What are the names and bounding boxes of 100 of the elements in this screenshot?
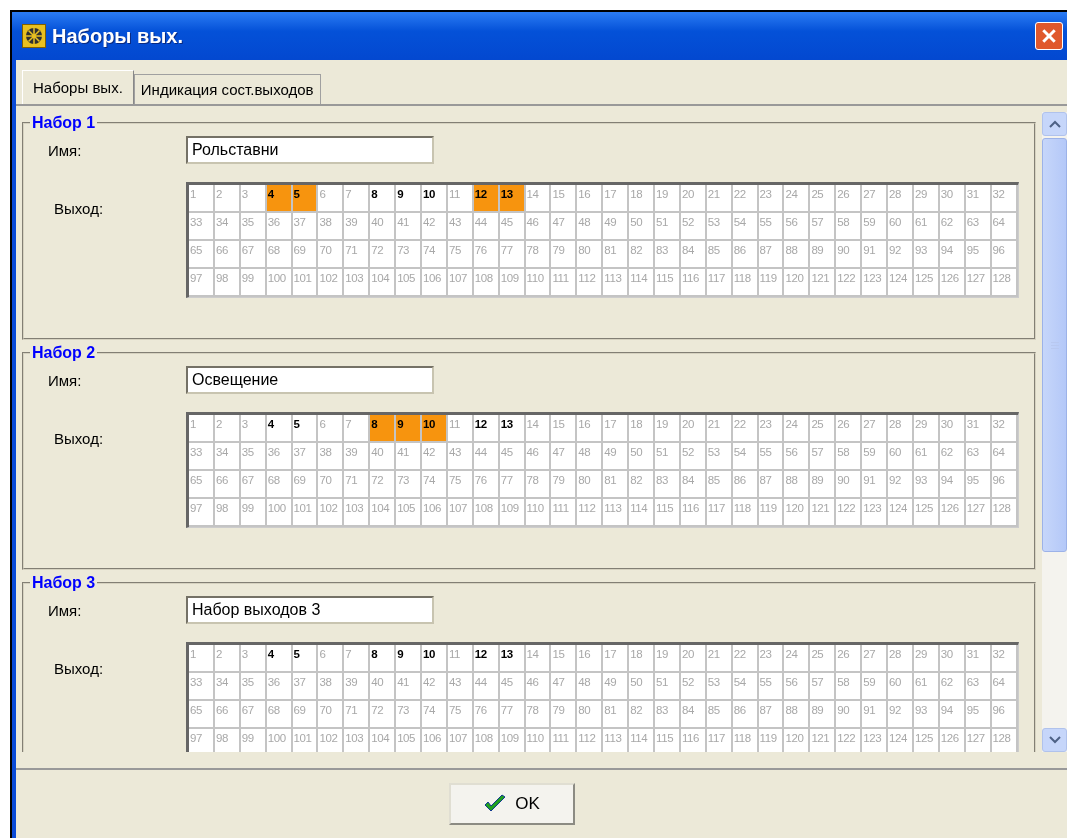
- output-cell[interactable]: 50: [629, 213, 656, 241]
- output-cell[interactable]: 14: [525, 185, 552, 213]
- output-cell[interactable]: 115: [655, 499, 681, 527]
- output-cell[interactable]: 17: [603, 645, 630, 673]
- output-cell[interactable]: 16: [577, 185, 604, 213]
- output-cell[interactable]: 49: [603, 443, 630, 471]
- output-cell[interactable]: 18: [629, 185, 656, 213]
- output-cell[interactable]: 35: [240, 443, 267, 471]
- output-cell[interactable]: 93: [913, 471, 940, 499]
- output-cell[interactable]: 96: [991, 241, 1018, 269]
- output-cell[interactable]: 24: [784, 185, 811, 213]
- output-cell[interactable]: 91: [862, 241, 889, 269]
- output-cell[interactable]: 55: [758, 443, 785, 471]
- output-cell[interactable]: 76: [473, 471, 500, 499]
- output-cell[interactable]: 30: [939, 415, 966, 443]
- output-cell[interactable]: 101: [292, 499, 319, 527]
- scroll-up-button[interactable]: [1042, 112, 1067, 136]
- output-cell[interactable]: 67: [240, 241, 267, 269]
- output-cell[interactable]: 46: [525, 673, 552, 701]
- output-cell[interactable]: 81: [603, 241, 630, 269]
- output-cell[interactable]: 58: [836, 213, 863, 241]
- output-cell[interactable]: 82: [629, 471, 656, 499]
- output-cell[interactable]: 72: [370, 471, 397, 499]
- output-cell[interactable]: 21: [706, 185, 733, 213]
- output-cell[interactable]: 5: [292, 415, 319, 443]
- output-cell[interactable]: 44: [473, 213, 500, 241]
- output-cell[interactable]: 117: [706, 729, 733, 752]
- output-cell[interactable]: 106: [422, 499, 448, 527]
- output-cell[interactable]: 89: [810, 701, 837, 729]
- output-cell[interactable]: 103: [344, 729, 371, 752]
- output-cell[interactable]: 93: [913, 241, 940, 269]
- output-cell[interactable]: 94: [939, 471, 966, 499]
- output-cell[interactable]: 62: [939, 443, 966, 471]
- output-cell[interactable]: 23: [758, 415, 785, 443]
- output-cell[interactable]: 76: [473, 241, 500, 269]
- output-cell[interactable]: 54: [732, 443, 759, 471]
- output-cell[interactable]: 17: [603, 185, 630, 213]
- output-cell[interactable]: 125: [913, 499, 940, 527]
- output-cell[interactable]: 100: [266, 269, 293, 297]
- output-cell[interactable]: 102: [318, 729, 345, 752]
- output-cell[interactable]: 109: [499, 499, 526, 527]
- output-cell[interactable]: 59: [862, 443, 889, 471]
- output-cell[interactable]: 41: [396, 213, 422, 241]
- output-cell[interactable]: 127: [965, 269, 992, 297]
- scroll-down-button[interactable]: [1042, 728, 1067, 752]
- output-cell[interactable]: 117: [706, 269, 733, 297]
- name-input-field[interactable]: Рольставни: [186, 136, 434, 164]
- output-cell[interactable]: 66: [214, 241, 241, 269]
- output-cell[interactable]: 113: [603, 729, 630, 752]
- output-cell[interactable]: 122: [836, 269, 863, 297]
- output-cell[interactable]: 71: [344, 701, 371, 729]
- output-cell[interactable]: 51: [655, 673, 681, 701]
- output-cell[interactable]: 1: [189, 415, 215, 443]
- output-cell[interactable]: 85: [706, 471, 733, 499]
- output-cell[interactable]: 111: [551, 269, 578, 297]
- output-cell[interactable]: 21: [706, 415, 733, 443]
- output-cell[interactable]: 55: [758, 673, 785, 701]
- output-cell[interactable]: 63: [965, 673, 992, 701]
- output-cell[interactable]: 51: [655, 443, 681, 471]
- output-cell[interactable]: 98: [214, 729, 241, 752]
- output-cell[interactable]: 58: [836, 673, 863, 701]
- output-cell[interactable]: 82: [629, 241, 656, 269]
- output-cell[interactable]: 73: [396, 701, 422, 729]
- output-cell[interactable]: 120: [784, 729, 811, 752]
- output-cell[interactable]: 52: [680, 443, 707, 471]
- output-cell[interactable]: 77: [499, 471, 526, 499]
- output-cell[interactable]: 113: [603, 499, 630, 527]
- output-cell[interactable]: 127: [965, 729, 992, 752]
- output-cell[interactable]: 61: [913, 443, 940, 471]
- output-cell[interactable]: 26: [836, 645, 863, 673]
- output-cell[interactable]: 2: [214, 645, 241, 673]
- output-cell[interactable]: 59: [862, 213, 889, 241]
- output-cell[interactable]: 39: [344, 673, 371, 701]
- output-cell[interactable]: 63: [965, 443, 992, 471]
- output-cell[interactable]: 16: [577, 645, 604, 673]
- name-input-field[interactable]: Набор выходов 3: [186, 596, 434, 624]
- output-cell[interactable]: 119: [758, 729, 785, 752]
- output-cell[interactable]: 65: [189, 471, 215, 499]
- output-cell[interactable]: 19: [655, 185, 681, 213]
- output-cell[interactable]: 113: [603, 269, 630, 297]
- output-cell[interactable]: 78: [525, 471, 552, 499]
- output-cell[interactable]: 43: [447, 673, 474, 701]
- output-cell[interactable]: 123: [862, 269, 889, 297]
- output-cell[interactable]: 14: [525, 415, 552, 443]
- output-cell[interactable]: 25: [810, 645, 837, 673]
- output-cell[interactable]: 58: [836, 443, 863, 471]
- output-cell[interactable]: 68: [266, 471, 293, 499]
- output-cell[interactable]: 87: [758, 471, 785, 499]
- output-cell[interactable]: 3: [240, 645, 267, 673]
- output-cell[interactable]: 68: [266, 701, 293, 729]
- output-cell[interactable]: 104: [370, 729, 397, 752]
- output-cell[interactable]: 127: [965, 499, 992, 527]
- output-cell[interactable]: 72: [370, 701, 397, 729]
- output-cell[interactable]: 22: [732, 185, 759, 213]
- output-cell[interactable]: 97: [189, 499, 215, 527]
- output-cell[interactable]: 56: [784, 213, 811, 241]
- output-cell[interactable]: 108: [473, 269, 500, 297]
- output-cell[interactable]: 69: [292, 241, 319, 269]
- output-cell[interactable]: 43: [447, 443, 474, 471]
- output-cell[interactable]: 18: [629, 645, 656, 673]
